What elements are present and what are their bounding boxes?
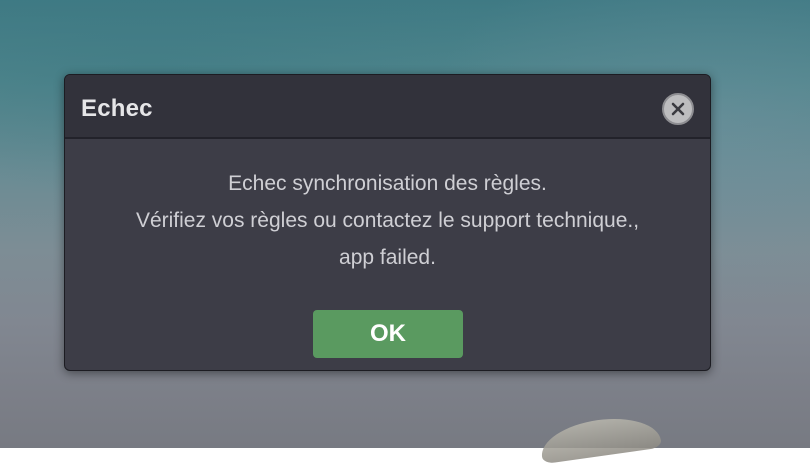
dialog-title: Echec — [81, 95, 153, 122]
dialog-message: Echec synchronisation des règles. Vérifi… — [65, 165, 710, 276]
dialog-header: Echec — [65, 75, 710, 139]
message-line: Echec synchronisation des règles. — [228, 172, 547, 195]
close-icon — [671, 102, 685, 116]
close-button[interactable] — [662, 93, 694, 125]
ok-button[interactable]: OK — [313, 310, 463, 358]
error-dialog: Echec Echec synchronisation des règles. … — [64, 74, 711, 371]
message-line: Vérifiez vos règles ou contactez le supp… — [135, 209, 640, 232]
message-line: app failed. — [339, 246, 436, 269]
background-object — [538, 411, 662, 464]
